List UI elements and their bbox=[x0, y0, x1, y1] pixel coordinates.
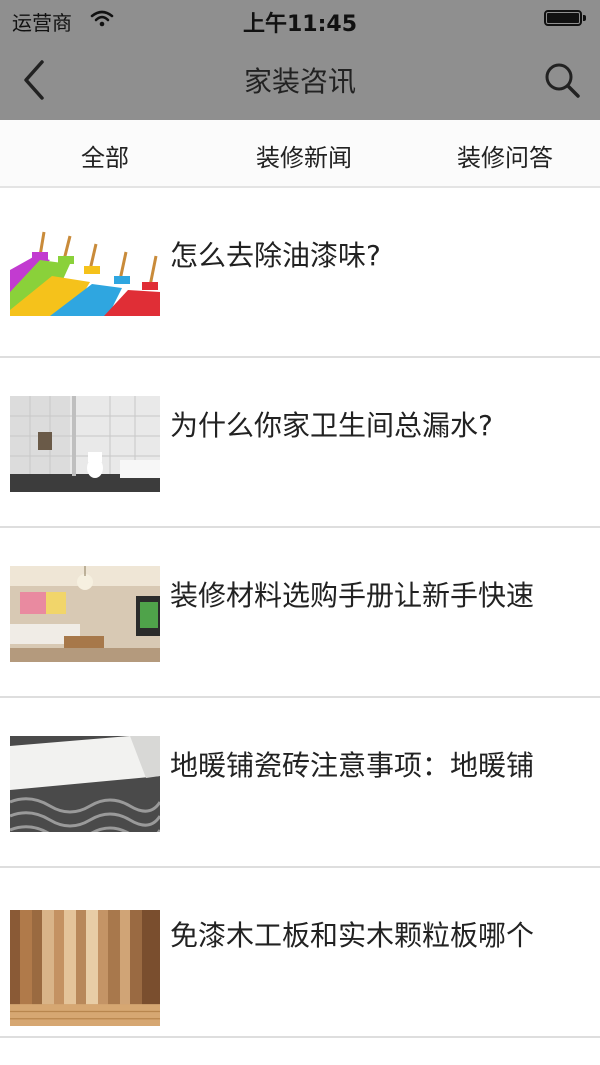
page-title: 家装咨讯 bbox=[243, 65, 356, 98]
paint-rollers-image bbox=[10, 230, 160, 326]
search-icon[interactable] bbox=[542, 60, 582, 100]
wood-planks-image bbox=[10, 910, 160, 1026]
app-header: 运营商 上午11:45 家装咨讯 bbox=[0, 0, 600, 120]
article-list: 怎么去除油漆味? 为什么你家卫生间总漏水? 装修材料选购手册让新手快速 地暖铺瓷… bbox=[0, 188, 600, 1038]
list-item[interactable]: 装修材料选购手册让新手快速 bbox=[0, 528, 600, 698]
living-room-image bbox=[10, 566, 160, 662]
article-title: 地暖铺瓷砖注意事项：地暖铺 bbox=[170, 749, 535, 782]
status-time: 上午11:45 bbox=[242, 12, 358, 37]
tab-renovation-news[interactable]: 装修新闻 bbox=[204, 138, 404, 173]
article-title: 怎么去除油漆味? bbox=[170, 239, 381, 272]
list-item[interactable]: 为什么你家卫生间总漏水? bbox=[0, 358, 600, 528]
article-title: 为什么你家卫生间总漏水? bbox=[170, 409, 493, 442]
list-item[interactable]: 地暖铺瓷砖注意事项：地暖铺 bbox=[0, 698, 600, 868]
tab-renovation-qa[interactable]: 装修问答 bbox=[405, 138, 600, 173]
battery-icon bbox=[544, 10, 588, 28]
status-bar: 运营商 上午11:45 bbox=[0, 0, 600, 40]
article-title: 装修材料选购手册让新手快速 bbox=[170, 579, 535, 612]
list-item[interactable]: 怎么去除油漆味? bbox=[0, 188, 600, 358]
nav-bar: 家装咨讯 bbox=[0, 40, 600, 120]
bathroom-image bbox=[10, 396, 160, 492]
list-item[interactable]: 免漆木工板和实木颗粒板哪个 bbox=[0, 868, 600, 1038]
category-tabs: 全部 装修新闻 装修问答 bbox=[0, 120, 600, 188]
tab-all[interactable]: 全部 bbox=[5, 138, 205, 173]
floor-heating-image bbox=[10, 736, 160, 832]
article-title: 免漆木工板和实木颗粒板哪个 bbox=[170, 919, 535, 952]
